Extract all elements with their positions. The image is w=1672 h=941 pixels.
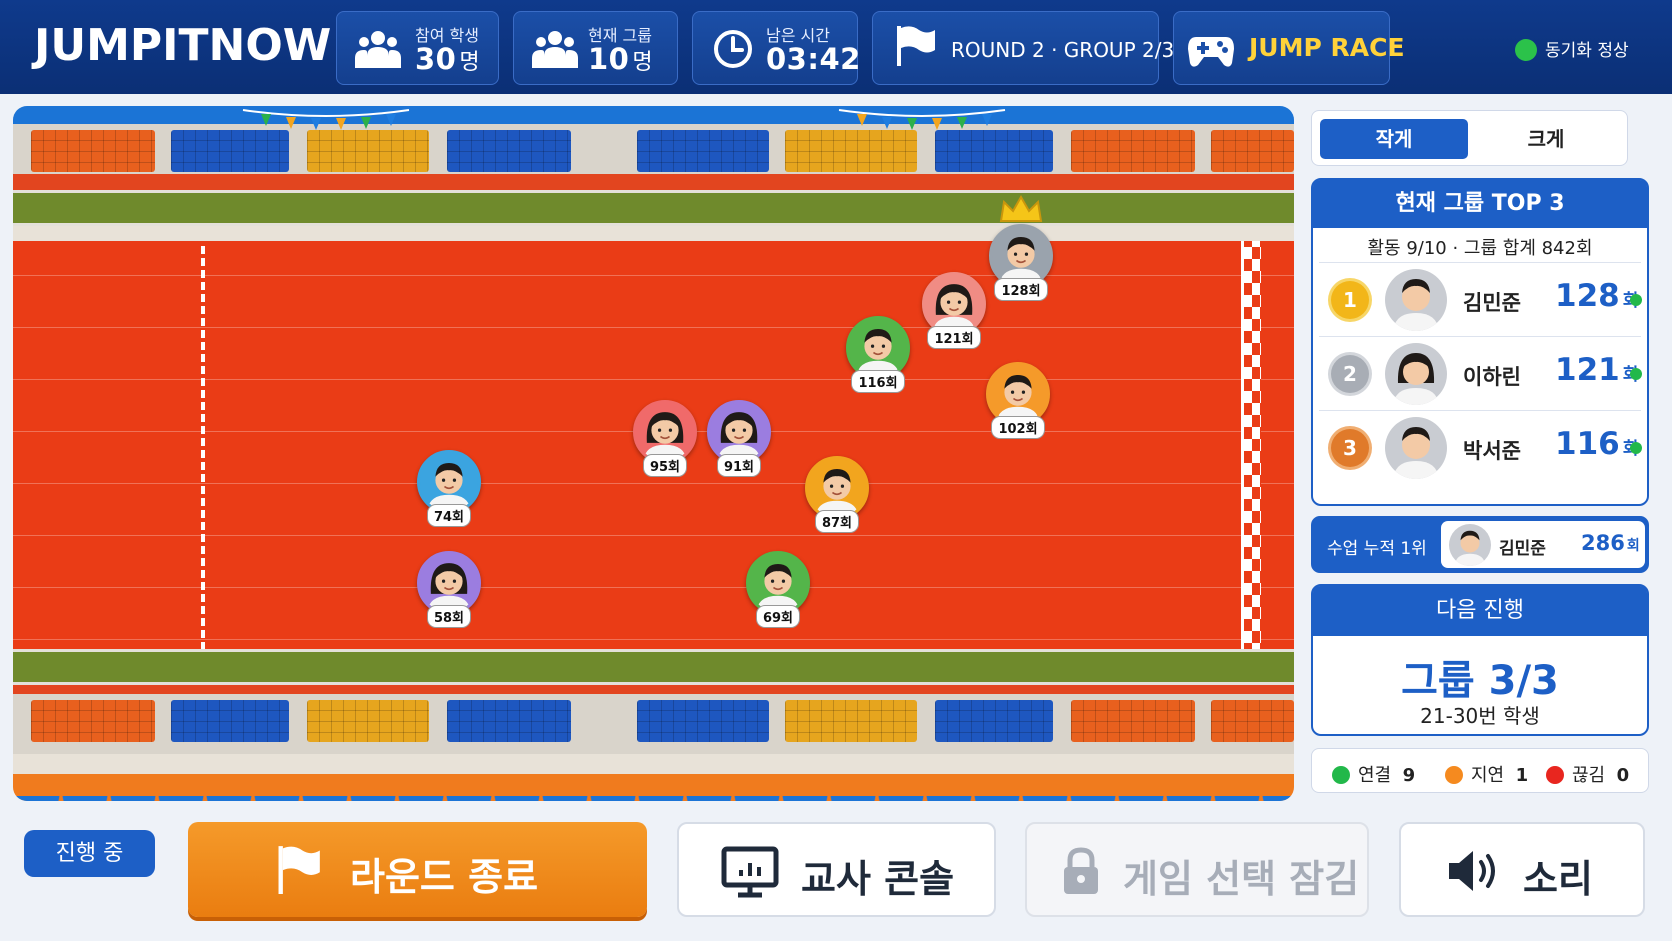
participants-value: 30 명 [415,42,481,76]
jump-count-label: 74회 [426,504,472,527]
flag-icon [897,26,935,66]
next-group: 그룹 3/3 [1401,658,1559,704]
jump-count-label: 69회 [755,605,801,628]
bottom-grass [13,649,1294,685]
top-header: JUMPITNOW 참여 학생 30 명 현재 그룹 10 명 남은 시간 03:4… [0,0,1672,94]
cumulative-score: 286 회 [1581,531,1640,555]
time-left-card: 남은 시간 03:42 [692,11,861,85]
connected-dot [1332,766,1350,784]
top3-card: 현재 그룹 TOP 3 활동 9/10 · 그룹 합계 842회 1 김민준 1… [1311,178,1649,506]
runner-marker[interactable]: 128회 [988,194,1054,311]
next-students: 21-30번 학생 [1420,704,1540,728]
clock-icon [714,30,752,68]
avatar [1385,417,1447,479]
gamepad-icon [1188,37,1234,67]
size-toggle: 작게 크게 [1311,110,1628,166]
runner-marker[interactable]: 121회 [921,272,987,359]
rank-row: 3 박서준 116회 [1319,410,1642,484]
sound-button[interactable]: 소리 [1399,822,1645,917]
round-text: ROUND 2 · GROUP 2/3 [951,38,1175,62]
next-up-card: 다음 진행 그룹 3/3 21-30번 학생 [1311,584,1649,736]
game-name: JUMP RACE [1249,33,1405,62]
rank-score: 128회 [1555,278,1638,314]
silver-medal-icon: 2 [1331,355,1369,393]
jump-count-label: 58회 [426,605,472,628]
speaker-icon [1449,851,1495,891]
rank-row: 2 이하린 121회 [1319,336,1642,410]
jump-count-label: 91회 [716,454,762,477]
rank-row: 1 김민준 128회 [1319,262,1642,336]
rank-name: 김민준 [1463,291,1521,315]
start-line [201,246,205,686]
online-dot [1630,442,1642,454]
runner-marker[interactable]: 74회 [416,450,482,537]
runner-marker[interactable]: 69회 [745,551,811,638]
rank-score: 116회 [1555,426,1638,462]
runner-marker[interactable]: 87회 [804,456,870,543]
runner-marker[interactable]: 95회 [632,400,698,487]
time-left-value: 03:42 [766,42,861,76]
app-logo: JUMPITNOW [34,20,332,71]
sync-status: 동기화 정상 [1515,36,1629,61]
delayed-dot [1445,766,1463,784]
runner-marker[interactable]: 58회 [416,551,482,638]
runner-marker[interactable]: 91회 [706,400,772,487]
cumulative-name: 김민준 [1499,539,1546,559]
bottom-stands [13,694,1294,754]
online-dot [1630,368,1642,380]
status-badge: 진행 중 [24,830,155,877]
rank-name: 이하린 [1463,365,1521,389]
jump-count-label: 121회 [927,326,981,349]
jump-count-label: 128회 [994,278,1048,301]
jump-count-label: 102회 [991,416,1045,439]
monitor-icon [721,846,779,898]
group-summary: 활동 9/10 · 그룹 합계 842회 [1367,238,1593,259]
finish-line [1241,241,1261,691]
online-dot [1630,294,1642,306]
participants-card: 참여 학생 30 명 [336,11,499,85]
students-icon [355,31,401,68]
flag-icon [278,846,320,894]
lost-dot [1546,766,1564,784]
next-title: 다음 진행 [1313,586,1647,636]
end-round-button[interactable]: 라운드 종료 [188,822,647,917]
jump-count-label: 116회 [851,370,905,393]
avatar [1385,343,1447,405]
game-select-locked-button[interactable]: 게임 선택 잠김 [1025,822,1369,917]
lock-icon [1064,847,1098,894]
cumulative-leader: 수업 누적 1위 김민준 286 회 [1311,516,1649,573]
current-group-value: 10 명 [588,42,654,76]
teacher-console-button[interactable]: 교사 콘솔 [677,822,996,917]
cumulative-label: 수업 누적 1위 [1327,539,1427,559]
runner-marker[interactable]: 116회 [845,316,911,403]
pennant-garland [838,109,1006,130]
game-card: JUMP RACE [1173,11,1405,85]
runner-marker[interactable]: 102회 [985,362,1051,449]
connection-status: 연결 9 지연 1 끊김 0 [1311,748,1649,793]
avatar [1385,269,1447,331]
connected-count: 연결 9 [1332,761,1415,787]
jump-count-label: 95회 [642,454,688,477]
size-small-button[interactable]: 작게 [1320,119,1468,159]
bronze-medal-icon: 3 [1331,429,1369,467]
lost-count: 끊김 0 [1546,761,1629,787]
rank-score: 121회 [1555,352,1638,388]
crown-icon [999,194,1043,222]
top3-title: 현재 그룹 TOP 3 [1313,180,1647,228]
avatar [1449,524,1491,566]
current-group-card: 현재 그룹 10 명 [513,11,678,85]
bottom-canopy [13,774,1294,801]
sync-dot [1515,39,1537,61]
gold-medal-icon: 1 [1331,281,1369,319]
group-icon [532,31,578,68]
race-track: 128회 121회 116회 102회 95회 91회 87회 74회 58회 69회 [13,106,1294,801]
delayed-count: 지연 1 [1445,761,1528,787]
rank-name: 박서준 [1463,439,1521,463]
jump-count-label: 87회 [814,510,860,533]
pennant-garland [242,109,410,130]
round-card: ROUND 2 · GROUP 2/3 [872,11,1174,85]
top-grass [13,190,1294,226]
size-large-button[interactable]: 크게 [1472,119,1620,159]
